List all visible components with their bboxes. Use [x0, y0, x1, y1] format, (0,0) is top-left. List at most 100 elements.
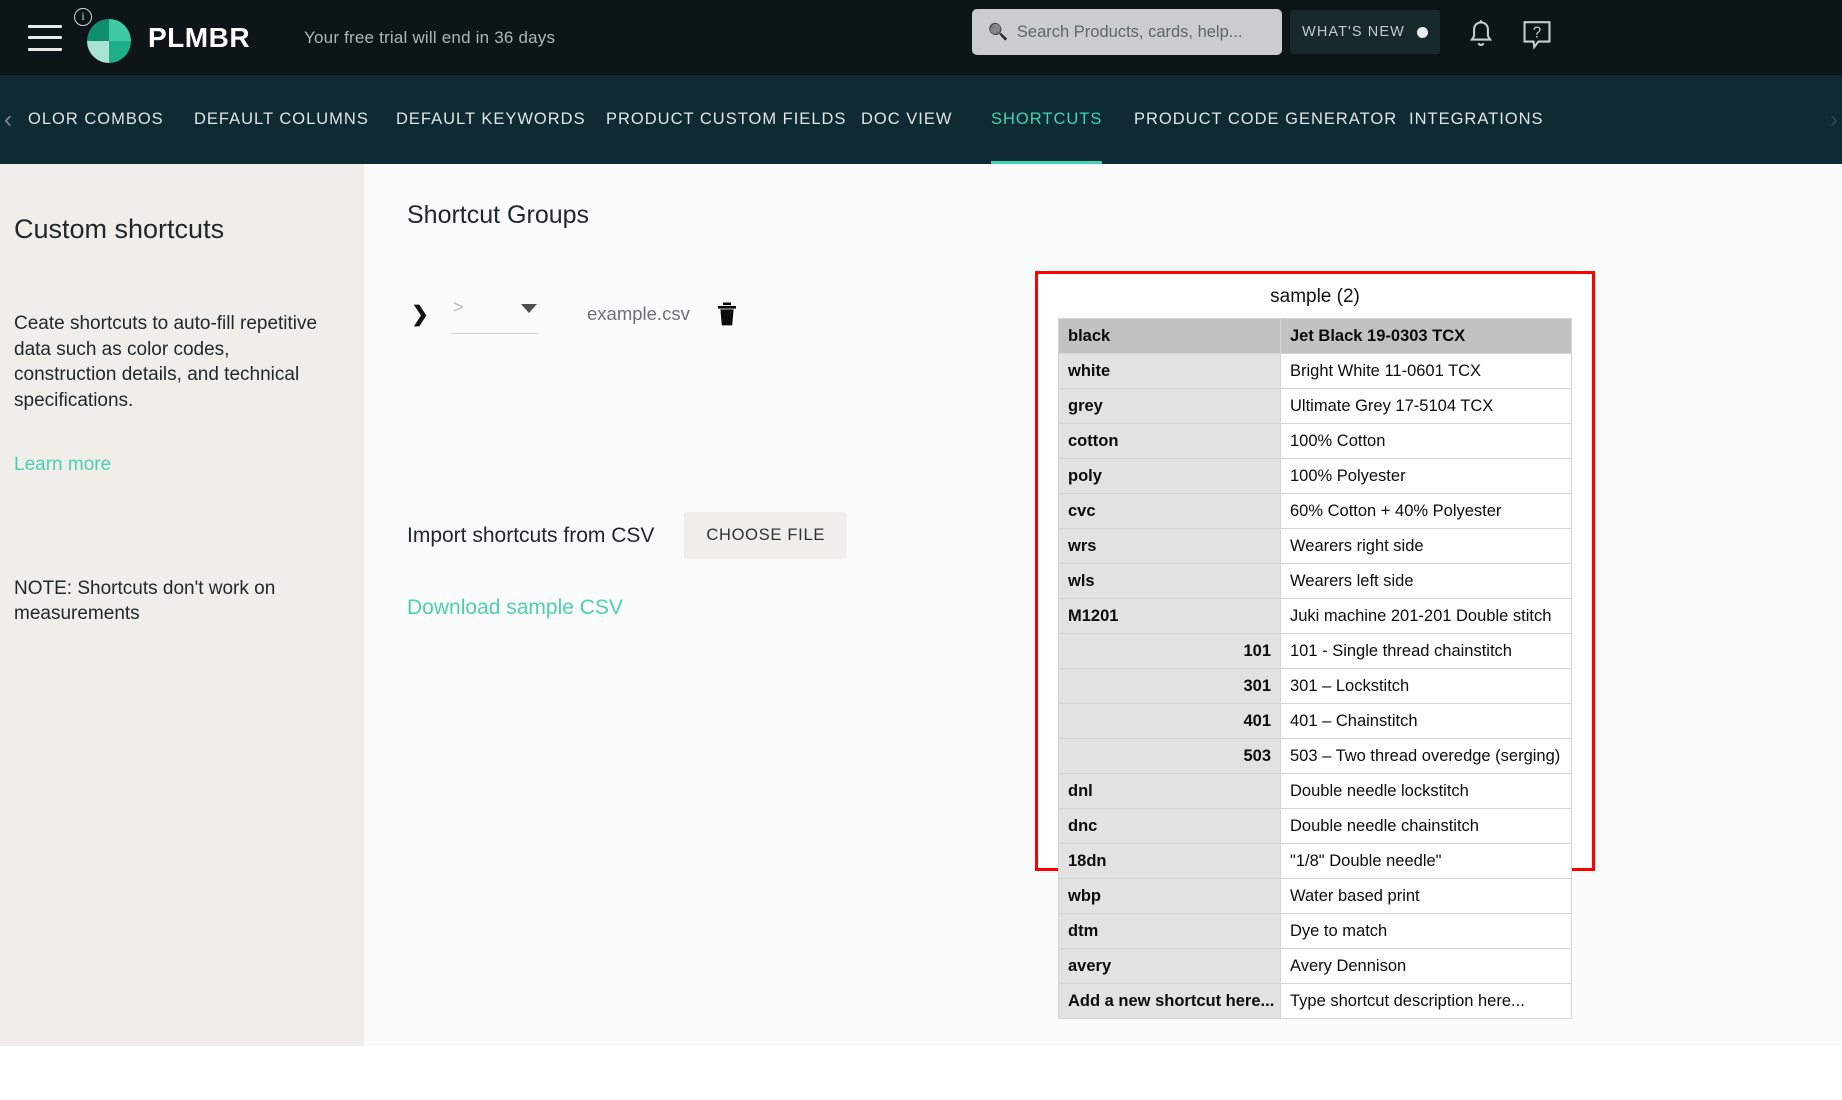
shortcut-key-cell[interactable]: wls	[1058, 563, 1281, 599]
nav-tab-default-keywords[interactable]: DEFAULT KEYWORDS	[396, 75, 586, 164]
trial-status-text: Your free trial will end in 36 days	[304, 27, 556, 47]
shortcut-key-cell[interactable]: 503	[1058, 738, 1281, 774]
shortcut-value-cell[interactable]: Dye to match	[1280, 913, 1572, 949]
shortcut-value-cell[interactable]: 101 - Single thread chainstitch	[1280, 633, 1572, 669]
shortcut-table: black Jet Black 19-0303 TCX white Bright Wh…	[1058, 318, 1572, 1019]
shortcut-value-cell[interactable]: Bright White 11-0601 TCX	[1280, 353, 1572, 389]
search-box[interactable]: 🔍	[972, 9, 1282, 55]
table-row[interactable]: 301 301 – Lockstitch	[1058, 668, 1572, 704]
nav-tab-product-custom-fields[interactable]: PRODUCT CUSTOM FIELDS	[606, 75, 846, 164]
shortcut-key-cell[interactable]: cotton	[1058, 423, 1281, 459]
shortcut-value-cell[interactable]: 60% Cotton + 40% Polyester	[1280, 493, 1572, 529]
hamburger-menu-icon[interactable]	[28, 24, 62, 51]
shortcut-key-cell[interactable]: 18dn	[1058, 843, 1281, 879]
notification-bell-icon[interactable]	[1464, 18, 1498, 54]
shortcut-value-cell[interactable]: 301 – Lockstitch	[1280, 668, 1572, 704]
shortcut-value-cell[interactable]: 100% Polyester	[1280, 458, 1572, 494]
table-row[interactable]: dnc Double needle chainstitch	[1058, 808, 1572, 844]
app-logo[interactable]: i PLMBR	[74, 0, 251, 75]
table-row[interactable]: Add a new shortcut here... Type shortcut …	[1058, 983, 1572, 1019]
shortcut-key-cell[interactable]: 401	[1058, 703, 1281, 739]
shortcut-value-cell[interactable]: Double needle lockstitch	[1280, 773, 1572, 809]
shortcut-group-row: ❯ > example.csv	[407, 294, 738, 334]
table-row[interactable]: cvc 60% Cotton + 40% Polyester	[1058, 493, 1572, 529]
shortcut-value-cell[interactable]: 503 – Two thread overedge (serging)	[1280, 738, 1572, 774]
help-question-icon[interactable]: ?	[1520, 18, 1554, 54]
choose-file-button[interactable]: CHOOSE FILE	[684, 512, 848, 559]
shortcut-key-cell[interactable]: wrs	[1058, 528, 1281, 564]
table-row[interactable]: wbp Water based print	[1058, 878, 1572, 914]
shortcut-value-cell[interactable]: Wearers left side	[1280, 563, 1572, 599]
shortcut-value-cell[interactable]: Jet Black 19-0303 TCX	[1280, 318, 1572, 354]
shortcut-value-cell[interactable]: 401 – Chainstitch	[1280, 703, 1572, 739]
shortcut-key-cell[interactable]: white	[1058, 353, 1281, 389]
logo-mark: i	[74, 7, 138, 64]
shortcut-key-cell[interactable]: grey	[1058, 388, 1281, 424]
logo-text: PLMBR	[148, 21, 251, 53]
table-row[interactable]: cotton 100% Cotton	[1058, 423, 1572, 459]
pinwheel-logo-icon	[87, 18, 131, 63]
shortcut-key-cell[interactable]: cvc	[1058, 493, 1281, 529]
table-row[interactable]: 401 401 – Chainstitch	[1058, 703, 1572, 739]
table-row[interactable]: 101 101 - Single thread chainstitch	[1058, 633, 1572, 669]
whats-new-button[interactable]: WHAT'S NEW	[1290, 10, 1440, 54]
table-row[interactable]: white Bright White 11-0601 TCX	[1058, 353, 1572, 389]
shortcut-table-caption: sample (2)	[1270, 286, 1360, 307]
shortcut-value-cell[interactable]: Avery Dennison	[1280, 948, 1572, 984]
import-csv-label: Import shortcuts from CSV	[407, 523, 655, 547]
table-row[interactable]: dtm Dye to match	[1058, 913, 1572, 949]
search-input[interactable]	[1016, 22, 1267, 42]
nav-tab-product-code-generator[interactable]: PRODUCT CODE GENERATOR	[1134, 75, 1397, 164]
table-row[interactable]: poly 100% Polyester	[1058, 458, 1572, 494]
table-row[interactable]: grey Ultimate Grey 17-5104 TCX	[1058, 388, 1572, 424]
shortcut-value-cell[interactable]: Ultimate Grey 17-5104 TCX	[1280, 388, 1572, 424]
table-row[interactable]: 18dn "1/8" Double needle"	[1058, 843, 1572, 879]
shortcut-key-cell[interactable]: dtm	[1058, 913, 1281, 949]
shortcut-key-cell[interactable]: poly	[1058, 458, 1281, 494]
nav-tab-olor-combos[interactable]: OLOR COMBOS	[28, 75, 164, 164]
shortcut-value-cell[interactable]: Wearers right side	[1280, 528, 1572, 564]
csv-file-name: example.csv	[587, 303, 690, 324]
nav-tab-default-columns[interactable]: DEFAULT COLUMNS	[194, 75, 369, 164]
table-row[interactable]: wls Wearers left side	[1058, 563, 1572, 599]
table-row[interactable]: dnl Double needle lockstitch	[1058, 773, 1572, 809]
shortcut-key-cell[interactable]: avery	[1058, 948, 1281, 984]
sidebar-description: Ceate shortcuts to auto-fill repetitive …	[14, 313, 318, 411]
top-bar: i PLMBR Your free trial will end in 36 d…	[0, 0, 1842, 75]
nav-tab-doc-view[interactable]: DOC VIEW	[861, 75, 952, 164]
shortcut-value-cell[interactable]: "1/8" Double needle"	[1280, 843, 1572, 879]
nav-tab-integrations[interactable]: INTEGRATIONS	[1409, 75, 1544, 164]
shortcut-key-cell[interactable]: dnl	[1058, 773, 1281, 809]
shortcut-key-cell[interactable]: M1201	[1058, 598, 1281, 634]
table-row[interactable]: M1201 Juki machine 201-201 Double stitch	[1058, 598, 1572, 634]
table-row[interactable]: avery Avery Dennison	[1058, 948, 1572, 984]
shortcut-value-cell[interactable]: Juki machine 201-201 Double stitch	[1280, 598, 1572, 634]
shortcut-key-cell[interactable]: black	[1058, 318, 1281, 354]
search-icon: 🔍	[988, 24, 1008, 41]
page-title: Shortcut Groups	[407, 201, 590, 229]
import-csv-row: Import shortcuts from CSV CHOOSE FILE	[407, 512, 848, 559]
shortcut-key-cell[interactable]: 301	[1058, 668, 1281, 704]
section-nav-bar: ‹ › OLOR COMBOS DEFAULT COLUMNS DEFAULT KE…	[0, 75, 1842, 164]
svg-text:?: ?	[1533, 24, 1541, 41]
shortcut-value-cell[interactable]: Type shortcut description here...	[1280, 983, 1572, 1019]
shortcut-key-cell[interactable]: 101	[1058, 633, 1281, 669]
shortcut-value-cell[interactable]: 100% Cotton	[1280, 423, 1572, 459]
sidebar-title: Custom shortcuts	[14, 214, 225, 244]
learn-more-link[interactable]: Learn more	[14, 454, 336, 476]
shortcut-group-select[interactable]: >	[451, 294, 539, 334]
download-sample-csv-link[interactable]: Download sample CSV	[407, 596, 623, 620]
shortcut-value-cell[interactable]: Double needle chainstitch	[1280, 808, 1572, 844]
shortcut-value-cell[interactable]: Water based print	[1280, 878, 1572, 914]
shortcut-key-cell[interactable]: wbp	[1058, 878, 1281, 914]
shortcut-key-cell[interactable]: Add a new shortcut here...	[1058, 983, 1281, 1019]
table-row[interactable]: wrs Wearers right side	[1058, 528, 1572, 564]
chevron-right-icon[interactable]: ❯	[407, 304, 433, 325]
shortcut-group-select-value: >	[453, 297, 464, 317]
table-row[interactable]: 503 503 – Two thread overedge (serging)	[1058, 738, 1572, 774]
table-row[interactable]: black Jet Black 19-0303 TCX	[1058, 318, 1572, 354]
nav-tab-shortcuts[interactable]: SHORTCUTS	[991, 75, 1103, 164]
shortcut-key-cell[interactable]: dnc	[1058, 808, 1281, 844]
whats-new-label: WHAT'S NEW	[1302, 24, 1405, 40]
trash-icon[interactable]	[716, 301, 738, 327]
